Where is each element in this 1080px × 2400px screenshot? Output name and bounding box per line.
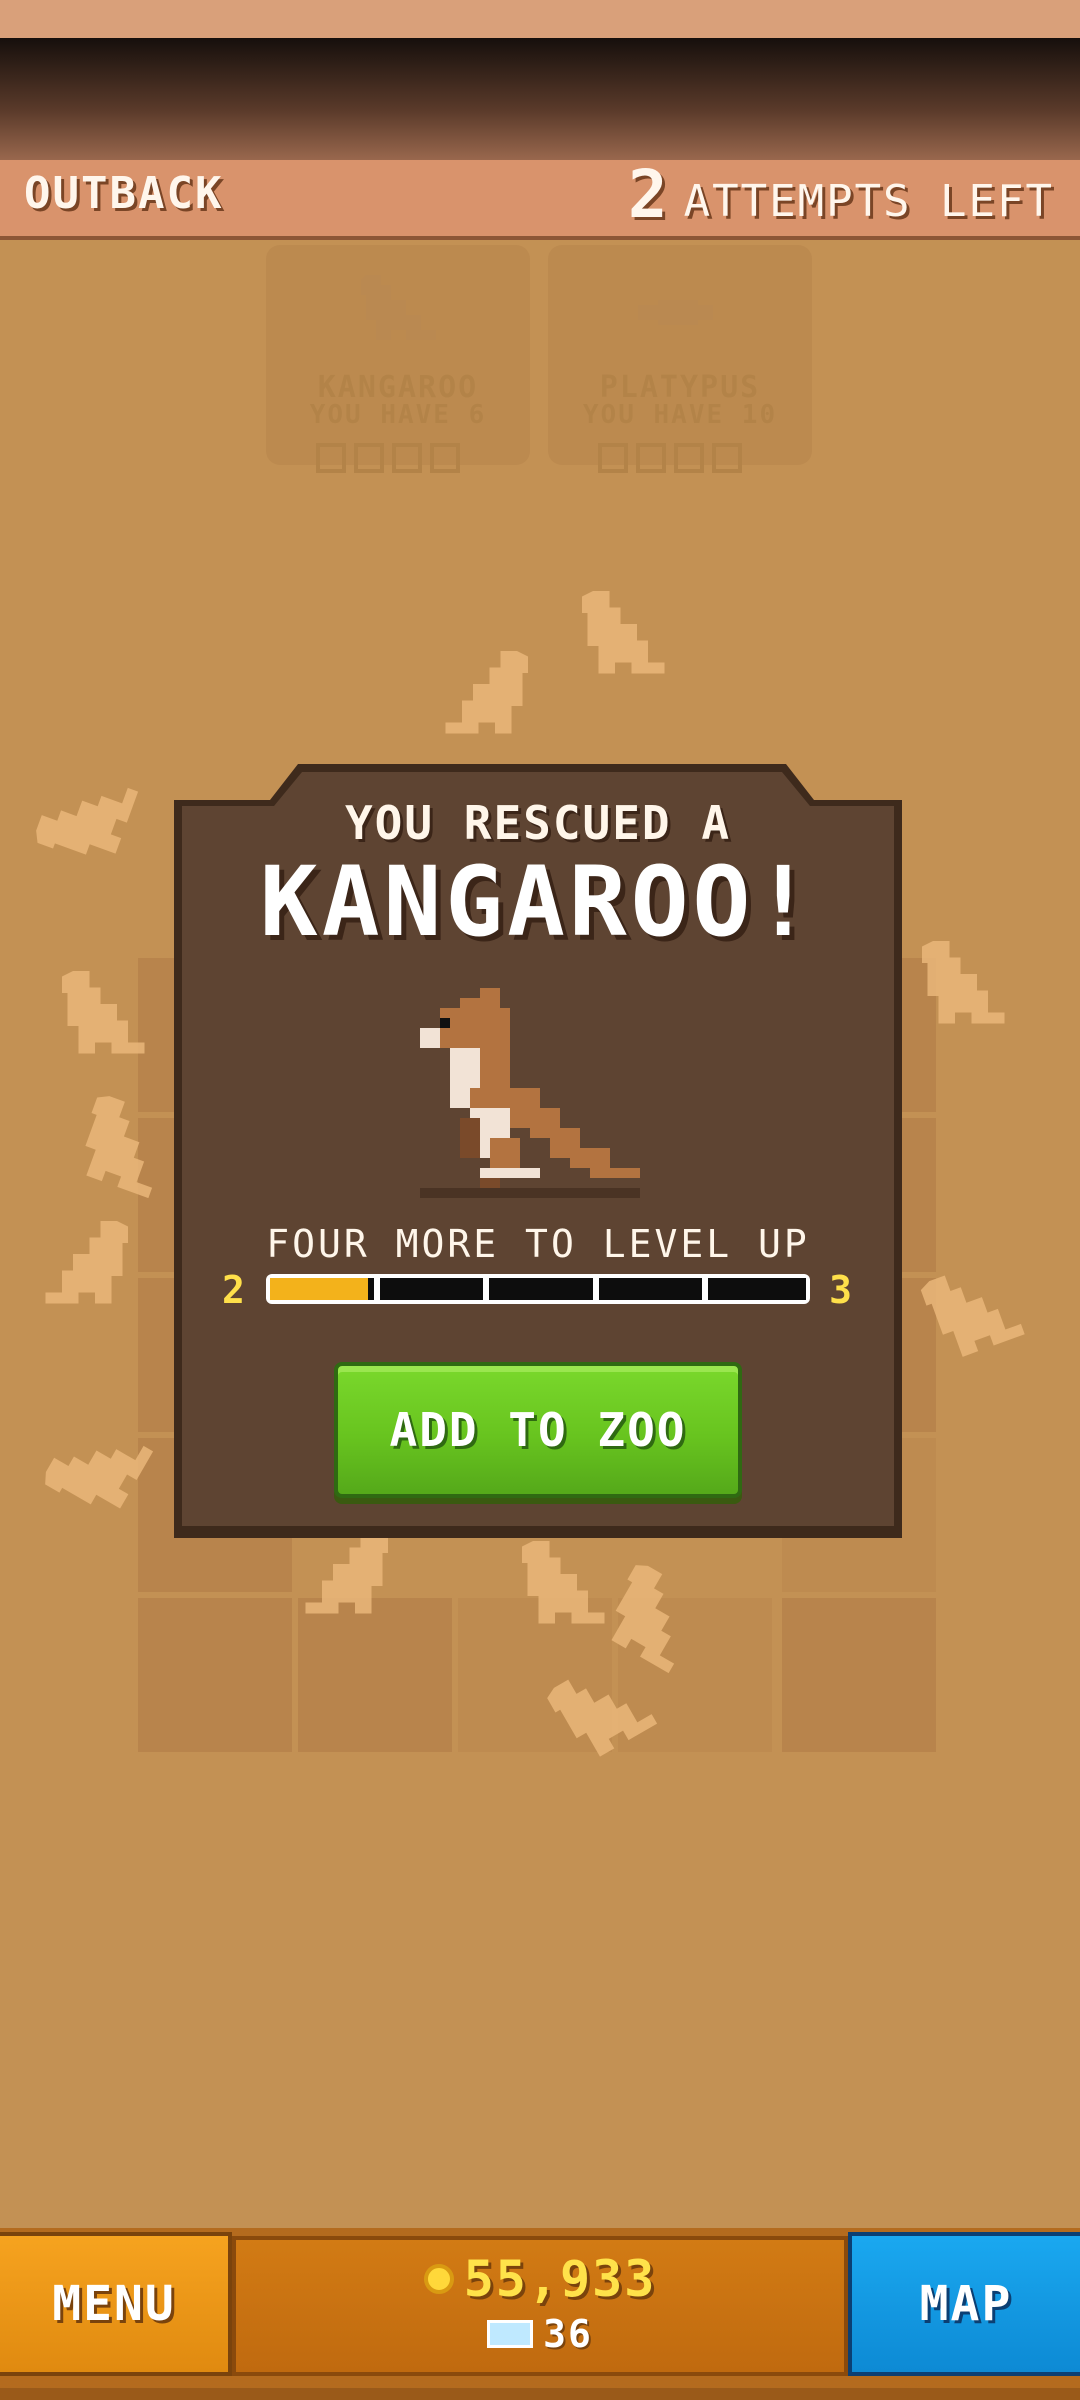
modal-subtitle: YOU RESCUED A xyxy=(344,796,732,850)
kangaroo-sparkle-icon xyxy=(36,787,139,855)
platypus-ghost-icon xyxy=(638,300,713,325)
card-slots xyxy=(316,443,460,473)
gem-balance: 36 xyxy=(236,2312,844,2356)
menu-button[interactable]: MENU xyxy=(0,2232,232,2376)
kangaroo-pixel-icon xyxy=(420,988,640,1198)
animal-card-platypus: PLATYPUS YOU HAVE 10 xyxy=(548,245,812,473)
attempts-indicator: 2 ATTEMPTS LEFT xyxy=(628,162,1054,228)
modal-title: KANGAROO! xyxy=(259,846,817,958)
card-slots xyxy=(598,443,742,473)
kangaroo-sparkle-icon xyxy=(582,591,665,674)
animal-card-count: YOU HAVE 6 xyxy=(309,400,487,430)
location-title: OUTBACK xyxy=(24,168,224,219)
kangaroo-ghost-icon xyxy=(361,275,436,340)
progress-segment xyxy=(270,1278,368,1300)
kangaroo-sparkle-icon xyxy=(45,1221,128,1304)
progress-segment xyxy=(592,1278,697,1300)
ticket-icon xyxy=(487,2320,534,2348)
coin-amount: 55,933 xyxy=(463,2250,657,2308)
level-from: 2 xyxy=(222,1268,247,1312)
rescue-modal: YOU RESCUED A KANGAROO! FOUR MORE TO LEV… xyxy=(174,760,902,1540)
kangaroo-sparkle-icon xyxy=(445,651,528,734)
progress-segment xyxy=(483,1278,587,1300)
progress-segment xyxy=(702,1278,806,1300)
header-bar: OUTBACK 2 ATTEMPTS LEFT xyxy=(0,160,1080,240)
coin-balance: 55,933 xyxy=(236,2250,844,2308)
progress-segment xyxy=(373,1278,478,1300)
attempts-label: ATTEMPTS LEFT xyxy=(683,176,1054,227)
coin-icon xyxy=(423,2264,454,2294)
level-up-text: FOUR MORE TO LEVEL UP xyxy=(266,1222,810,1266)
kangaroo-sparkle-icon xyxy=(922,941,1005,1024)
bottom-bar: MENU 55,933 36 MAP xyxy=(0,2228,1080,2388)
gem-amount: 36 xyxy=(543,2312,593,2356)
status-bar xyxy=(0,0,1080,40)
animal-card-kangaroo: KANGAROO YOU HAVE 6 xyxy=(266,245,530,473)
add-to-zoo-button[interactable]: ADD TO ZOO xyxy=(334,1362,742,1498)
bottom-strip xyxy=(0,2388,1080,2400)
level-progress-bar xyxy=(266,1274,810,1304)
level-to: 3 xyxy=(829,1268,854,1312)
currency-panel: 55,933 36 xyxy=(232,2236,848,2376)
animal-card-count: YOU HAVE 10 xyxy=(582,400,778,430)
map-button[interactable]: MAP xyxy=(848,2232,1080,2376)
attempts-count: 2 xyxy=(627,156,670,233)
kangaroo-sparkle-icon xyxy=(62,971,145,1054)
